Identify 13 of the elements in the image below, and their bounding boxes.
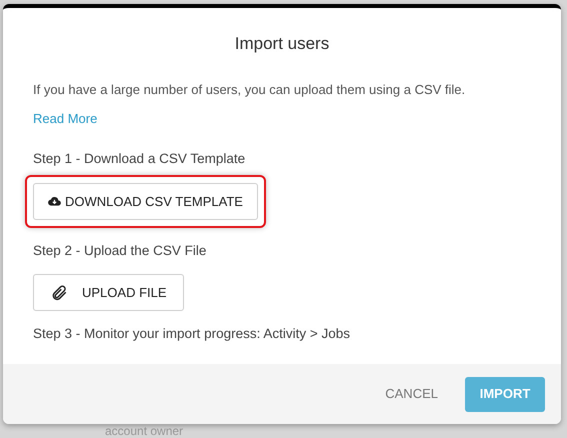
paperclip-icon: [50, 284, 68, 302]
step-label: Step 3 - Monitor your import progress: Activity > Jobs: [33, 325, 351, 343]
step-label: Step 1 - Download a CSV Template: [33, 150, 246, 168]
dialog-title: Import users: [234, 33, 330, 55]
download-template-button[interactable]: DOWNLOAD CSV TEMPLATE: [33, 182, 258, 220]
intro-text: If you have a large number of users, you can upload them using a CSV file.: [33, 80, 466, 99]
import-button[interactable]: IMPORT: [465, 376, 545, 412]
cancel-button[interactable]: CANCEL: [385, 384, 438, 404]
read-more-link[interactable]: Read More: [33, 109, 98, 128]
background-text: account owner: [105, 425, 184, 437]
cloud-download-icon: [48, 196, 61, 207]
upload-file-button[interactable]: UPLOAD FILE: [33, 274, 184, 311]
step-label: Step 2 - Upload the CSV File: [33, 242, 208, 260]
